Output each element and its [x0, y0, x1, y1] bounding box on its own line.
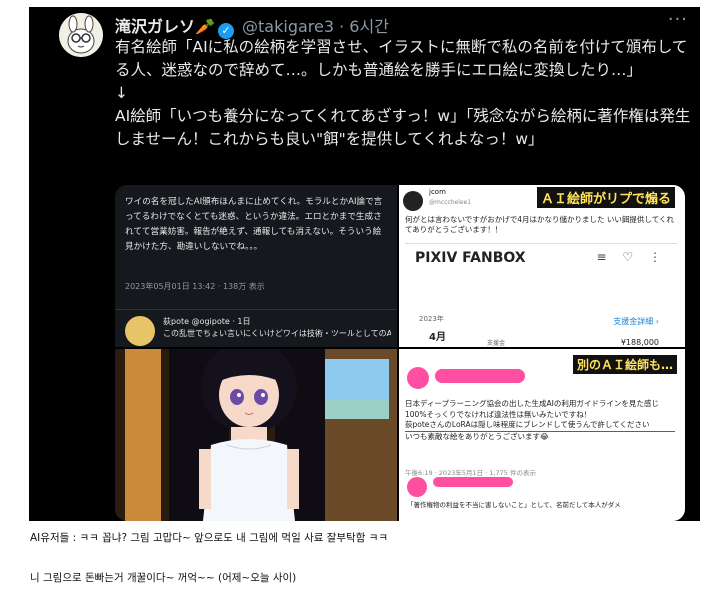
reply-line: 日本ディープラーニング協会の出した生成AIの利用ガイドラインを見た感じ	[405, 399, 659, 408]
fanbox-sub: 支援金	[487, 340, 506, 347]
reply-line: 100%そっくりでなければ違法性は無いみたいですね！	[405, 409, 592, 419]
fanbox-month: 4月	[429, 332, 446, 343]
tweet-screenshot: 滝沢ガレソ🥕 ✓ @takigare3 · 6시간 ··· 有名絵師「AIに私の絵…	[29, 7, 700, 521]
reply-line-underlined: 荻poteさんのLoRAは隠し味程度にブレンドして使うんで許してください	[405, 420, 675, 432]
censor-blob	[433, 477, 513, 487]
caption-line-1: AI유저들 : ㅋㅋ 꼽냐? 그림 고맙다~ 앞으로도 내 그림에 먹일 사료 …	[30, 532, 389, 544]
quote-meta: 2023年05月01日 13:42 · 138万 表示	[125, 282, 265, 291]
fanbox-link: 支援金詳細 ›	[613, 317, 659, 326]
user-avatar	[403, 191, 423, 211]
fanbox-icons: ≡ ♡ ⋮	[596, 250, 667, 264]
reply-line: いつも素敵な絵をありがとうございます😂	[405, 431, 549, 441]
user-name: jcom	[429, 188, 446, 196]
censor-blob	[407, 477, 427, 497]
reply-name: 荻pote @ogipote · 1日	[163, 317, 251, 326]
user-handle[interactable]: @takigare3	[242, 17, 334, 36]
reply-item: 荻pote @ogipote · 1日 この乱世でちょい言いにくいけどワイは技術…	[115, 309, 397, 348]
tweet-time[interactable]: · 6시간	[339, 17, 389, 36]
reply-avatar	[125, 316, 155, 346]
reply-text: この乱世でちょい言いにくいけどワイは技術・ツールとしてのAIは肯定派。	[163, 329, 391, 338]
quote-text: ワイの名を冠したAI頒布ほんまに止めてくれ。モラルとかAI論で言ってるわけでなく…	[125, 197, 383, 252]
tweet-media[interactable]: ワイの名を冠したAI頒布ほんまに止めてくれ。モラルとかAI論で言ってるわけでなく…	[115, 185, 685, 521]
fanbox-amount: ¥188,000	[620, 338, 659, 347]
avatar[interactable]	[59, 13, 103, 57]
more-options-icon[interactable]: ···	[668, 9, 688, 30]
fanbox-title: PIXIV FANBOX	[415, 250, 526, 266]
caption-line-2: 니 그림으로 돈빠는거 개꿀이다~ 꺼억~~ (어제~오늘 사이)	[30, 572, 297, 584]
reply-text: 「著作権物の利益を不当に害しないこと」として、名前だして本人がダメ	[407, 501, 621, 509]
fanbox-year: 2023年	[419, 315, 444, 323]
tweet-text: 有名絵師「AIに私の絵柄を学習させ、イラストに無断で私の名前を付けて頒布してる人…	[115, 36, 695, 151]
media-panel-fanbox[interactable]: jcom @mccchelee1 ＡＩ絵師がリプで煽る 何がとは言わないですがお…	[399, 185, 685, 347]
media-panel-illustration[interactable]	[115, 341, 397, 521]
censor-blob	[435, 369, 525, 383]
media-panel-another-reply[interactable]: 別のＡＩ絵師も… 日本ディープラーニング協会の出した生成AIの利用ガイドラインを…	[399, 349, 685, 521]
censor-blob	[407, 367, 429, 389]
tweet-line-1: 有名絵師「AIに私の絵柄を学習させ、イラストに無断で私の名前を付けて頒布してる人…	[115, 38, 688, 79]
tweet-line-2: AI絵師「いつも養分になってくれてあざすっ！w」「残念ながら絵柄に著作権は発生し…	[115, 107, 691, 148]
reply-meta: 午後6:19 · 2023年5月1日 · 1,775 件の表示	[405, 469, 536, 477]
reply-body: 何がとは言わないですがおかげで4月はかなり儲かりました いい餌提供してくれてあり…	[405, 215, 674, 234]
fanbox-card: PIXIV FANBOX ≡ ♡ ⋮ 2023年 4月 支援金 支援金詳細 › …	[405, 243, 677, 348]
media-panel-quote[interactable]: ワイの名を冠したAI頒布ほんまに止めてくれ。モラルとかAI論で言ってるわけでなく…	[115, 185, 397, 347]
panel-caption: ＡＩ絵師がリプで煽る	[536, 187, 675, 208]
tweet-line-arrow: ↓	[115, 84, 128, 102]
reply-body: 日本ディープラーニング協会の出した生成AIの利用ガイドラインを見た感じ 100%…	[405, 399, 675, 442]
display-name[interactable]: 滝沢ガレソ	[115, 17, 195, 36]
user-handle: @mccchelee1	[429, 199, 472, 206]
carrot-emoji: 🥕	[195, 17, 215, 36]
panel-caption: 別のＡＩ絵師も…	[572, 355, 677, 374]
